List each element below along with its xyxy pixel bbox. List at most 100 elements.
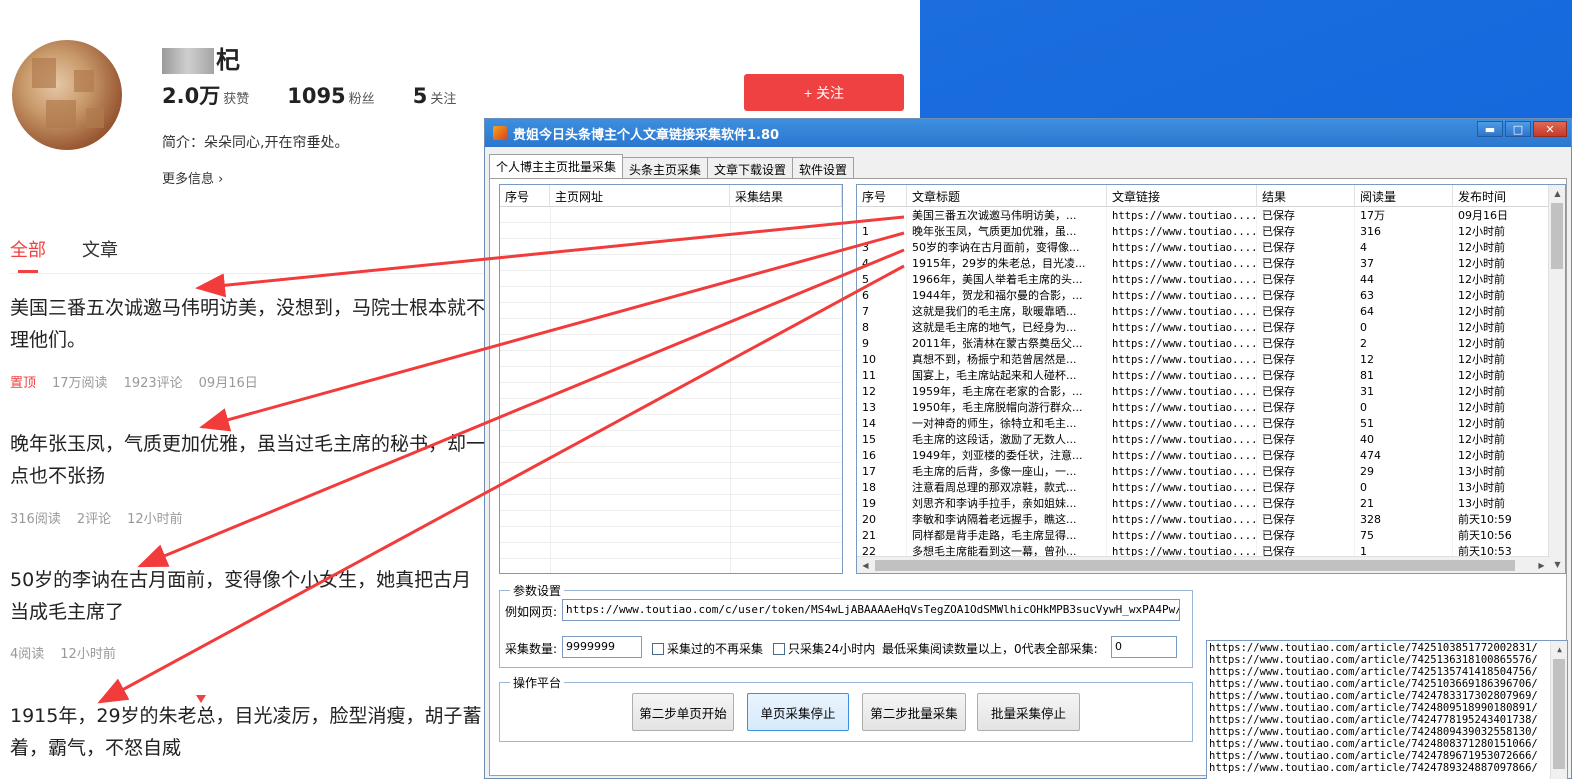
article-title[interactable]: 50岁的李讷在古月面前，变得像个小女生，她真把古月当成毛主席了 [10, 564, 490, 628]
table-row[interactable]: 3 50岁的李讷在古月面前，变得像... https://www.toutiao..… [857, 240, 1550, 256]
table-cell: 4 [857, 256, 907, 272]
table-row[interactable]: 8 这就是毛主席的地气，已经身为... https://www.toutiao...… [857, 320, 1550, 336]
col-reads[interactable]: 阅读量 [1355, 185, 1453, 206]
table-cell: 晚年张玉凤，气质更加优雅，虽... [907, 224, 1107, 240]
article-list-hscroll[interactable]: ◀ ▶ [857, 556, 1550, 573]
checkbox-box[interactable] [773, 642, 785, 655]
params-group-title: 参数设置 [510, 582, 565, 599]
table-cell: 16 [857, 448, 907, 464]
homepage-list[interactable]: 序号 主页网址 采集结果 [499, 184, 843, 574]
table-row[interactable]: 11 国宴上，毛主席站起来和人碰杯... https://www.toutiao..… [857, 368, 1550, 384]
tab-software-settings[interactable]: 软件设置 [792, 157, 855, 178]
stop-single-button[interactable]: 单页采集停止 [747, 693, 849, 731]
log-line: https://www.toutiao.com/article/74251036… [1209, 678, 1538, 690]
table-row[interactable]: 17 毛主席的后背，多像一座山，一... https://www.toutiao..… [857, 464, 1550, 480]
close-button[interactable]: ✕ [1533, 121, 1567, 137]
homepage-list-header: 序号 主页网址 采集结果 [500, 185, 842, 207]
table-row[interactable]: 16 1949年，刘亚楼的委任状，注意... https://www.toutiao… [857, 448, 1550, 464]
tab-download-settings[interactable]: 文章下载设置 [707, 157, 794, 178]
scroll-thumb[interactable] [1553, 659, 1565, 769]
start-single-button[interactable]: 第二步单页开始 [632, 693, 734, 731]
table-row[interactable]: 14 一对神奇的师生，徐特立和毛主... https://www.toutiao..… [857, 416, 1550, 432]
table-cell: 17 [857, 464, 907, 480]
article-list-vscroll[interactable]: ▲ ▼ [1548, 185, 1565, 573]
table-row[interactable]: 18 注意看周总理的那双凉鞋，款式... https://www.toutiao..… [857, 480, 1550, 496]
article-list-header: 序号 文章标题 文章链接 结果 阅读量 发布时间 [857, 185, 1565, 207]
col-result[interactable]: 采集结果 [730, 185, 842, 206]
app-titlebar[interactable]: 贵姐今日头条博主个人文章链接采集软件1.80 ▬ □ ✕ [485, 119, 1571, 147]
col-title[interactable]: 文章标题 [907, 185, 1107, 206]
tab-homepage-collect[interactable]: 头条主页采集 [622, 157, 709, 178]
col-index[interactable]: 序号 [857, 185, 907, 206]
example-url-input[interactable]: https://www.toutiao.com/c/user/token/MS4… [562, 599, 1180, 621]
table-row[interactable]: 9 2011年，张清林在蒙古祭奠岳父... https://www.toutiao.… [857, 336, 1550, 352]
scroll-down-icon[interactable]: ▼ [1549, 556, 1565, 573]
start-batch-button[interactable]: 第二步批量采集 [862, 693, 966, 731]
table-cell: 12小时前 [1453, 224, 1550, 240]
article-title[interactable]: 美国三番五次诚邀马伟明访美，没想到，马院士根本就不理他们。 [10, 292, 490, 356]
table-cell: 真想不到，杨振宁和范曾居然是... [907, 352, 1107, 368]
table-row[interactable]: 5 1966年，美国人举着毛主席的头... https://www.toutiao.… [857, 272, 1550, 288]
scroll-up-icon[interactable]: ▲ [1549, 185, 1565, 202]
table-row[interactable]: 7 这就是我们的毛主席，耿暖靠晒... https://www.toutiao...… [857, 304, 1550, 320]
table-row[interactable]: 4 1915年，29岁的朱老总，目光凌... https://www.toutiao… [857, 256, 1550, 272]
article-list-body: 美国三番五次诚邀马伟明访美，... https://www.toutiao....… [857, 208, 1550, 556]
table-cell: 0 [1355, 320, 1453, 336]
last-24h-checkbox[interactable]: 只采集24小时内 [773, 640, 875, 657]
min-reads-input[interactable]: 0 [1111, 636, 1177, 658]
col-index[interactable]: 序号 [500, 185, 550, 206]
table-cell: 前天10:53 [1453, 544, 1550, 556]
table-row[interactable]: 美国三番五次诚邀马伟明访美，... https://www.toutiao....… [857, 208, 1550, 224]
more-info-link[interactable]: 更多信息 › [162, 168, 223, 187]
article-list[interactable]: 序号 文章标题 文章链接 结果 阅读量 发布时间 美国三番五次诚邀马伟明访美，.… [856, 184, 1566, 574]
table-row[interactable]: 12 1959年，毛主席在老家的合影，... https://www.toutiao… [857, 384, 1550, 400]
table-cell: 19 [857, 496, 907, 512]
table-cell: 已保存 [1257, 320, 1355, 336]
table-row[interactable]: 10 真想不到，杨振宁和范曾居然是... https://www.toutiao..… [857, 352, 1550, 368]
table-cell: 18 [857, 480, 907, 496]
no-repeat-checkbox[interactable]: 采集过的不再采集 [652, 640, 763, 657]
table-row[interactable]: 15 毛主席的这段话，激励了无数人... https://www.toutiao..… [857, 432, 1550, 448]
table-row[interactable]: 21 同样都是背手走路，毛主席显得... https://www.toutiao..… [857, 528, 1550, 544]
url-log-textarea[interactable]: ▲ ▼ https://www.toutiao.com/article/7425… [1206, 640, 1568, 779]
tab-batch-blogger[interactable]: 个人博主主页批量采集 [489, 154, 624, 178]
table-cell: https://www.toutiao.... [1107, 528, 1257, 544]
table-row[interactable]: 1 晚年张玉凤，气质更加优雅，虽... https://www.toutiao...… [857, 224, 1550, 240]
table-cell: 已保存 [1257, 272, 1355, 288]
stop-batch-button[interactable]: 批量采集停止 [977, 693, 1080, 731]
table-cell: 13 [857, 400, 907, 416]
tab-articles[interactable]: 文章 [82, 236, 118, 262]
table-row[interactable]: 22 多想毛主席能看到这一幕，曾孙... https://www.toutiao..… [857, 544, 1550, 556]
scroll-thumb[interactable] [1551, 203, 1563, 269]
article-title[interactable]: 1915年，29岁的朱老总，目光凌厉，脸型消瘦，胡子蓄着，霸气，不怒自威 [10, 700, 490, 764]
tab-all[interactable]: 全部 [10, 236, 46, 262]
following-stat[interactable]: 5 关注 [413, 84, 457, 108]
maximize-button[interactable]: □ [1505, 121, 1531, 137]
col-homepage-url[interactable]: 主页网址 [550, 185, 730, 206]
scroll-right-icon[interactable]: ▶ [1533, 557, 1550, 573]
fans-stat[interactable]: 1095 粉丝 [287, 84, 374, 108]
scroll-left-icon[interactable]: ◀ [857, 557, 874, 573]
table-cell: https://www.toutiao.... [1107, 368, 1257, 384]
table-row[interactable]: 6 1944年，贺龙和福尔曼的合影，... https://www.toutiao.… [857, 288, 1550, 304]
count-input[interactable]: 9999999 [562, 636, 642, 658]
table-cell: 81 [1355, 368, 1453, 384]
avatar[interactable] [12, 40, 122, 150]
article-title[interactable]: 晚年张玉凤，气质更加优雅，虽当过毛主席的秘书，却一点也不张扬 [10, 428, 490, 492]
log-line: https://www.toutiao.com/article/74248083… [1209, 738, 1538, 750]
col-result[interactable]: 结果 [1257, 185, 1355, 206]
table-row[interactable]: 19 刘思齐和李讷手拉手，亲如姐妹... https://www.toutiao..… [857, 496, 1550, 512]
col-link[interactable]: 文章链接 [1107, 185, 1257, 206]
table-row[interactable]: 20 李敏和李讷隔着老远握手，瞧这... https://www.toutiao..… [857, 512, 1550, 528]
follow-button[interactable]: + 关注 [744, 74, 904, 111]
checkbox-box[interactable] [652, 642, 664, 655]
table-row[interactable]: 13 1950年，毛主席脱帽向游行群众... https://www.toutiao… [857, 400, 1550, 416]
scroll-thumb[interactable] [875, 560, 1515, 571]
log-vscroll[interactable]: ▲ ▼ [1550, 641, 1567, 779]
collector-app-window: 贵姐今日头条博主个人文章链接采集软件1.80 ▬ □ ✕ 个人博主主页批量采集 … [484, 118, 1572, 779]
table-cell: 12小时前 [1453, 256, 1550, 272]
col-publish-time[interactable]: 发布时间 [1453, 185, 1550, 206]
log-line: https://www.toutiao.com/article/74248094… [1209, 726, 1538, 738]
minimize-button[interactable]: ▬ [1477, 121, 1503, 137]
scroll-up-icon[interactable]: ▲ [1551, 641, 1567, 658]
